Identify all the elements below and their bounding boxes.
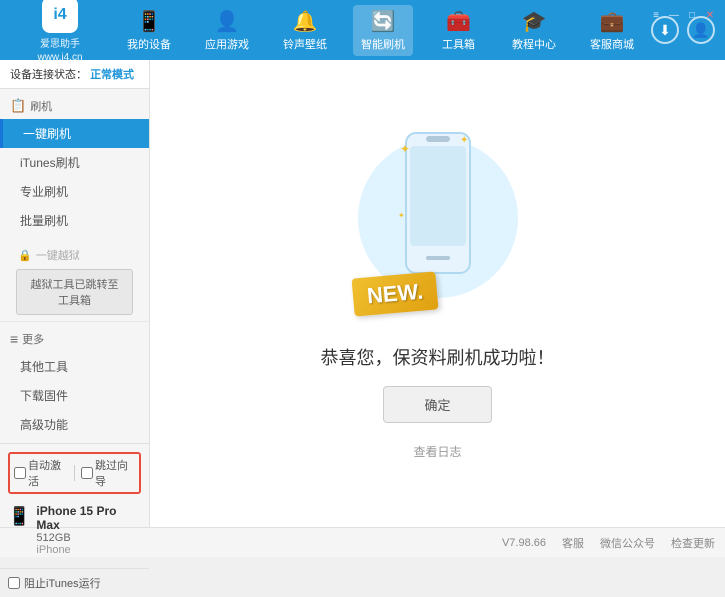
minimize-button[interactable]: — [667,8,681,22]
flash-section-header: 📋 刷机 [0,93,149,119]
new-ribbon: NEW. [351,271,438,316]
smart-flash-icon: 🔄 [371,9,396,34]
service-icon: 💼 [600,9,625,34]
nav-toolbox[interactable]: 🧰 工具箱 [431,5,486,56]
sidebar-item-pro-flash[interactable]: 专业刷机 [0,177,149,206]
apps-icon: 👤 [215,9,240,34]
itunes-bar: 阻止iTunes运行 [8,575,141,591]
device-storage: 512GB [36,532,141,544]
maximize-button[interactable]: □ [685,8,699,22]
auto-options: 自动激活 跳过向导 [8,452,141,494]
nav-apps-games[interactable]: 👤 应用游戏 [197,5,257,56]
more-header: ≡ 更多 [0,326,149,352]
device-name: iPhone 15 Pro Max [36,504,141,532]
nav-smart-flash-label: 智能刷机 [361,36,405,52]
sidebar-item-other-tools[interactable]: 其他工具 [0,352,149,381]
nav-service-label: 客服商城 [590,36,634,52]
nav-toolbox-label: 工具箱 [442,36,475,52]
version-label: V7.98.66 [502,537,546,549]
status-bar: 设备连接状态： 正常模式 [0,60,149,89]
auto-activate-option[interactable]: 自动激活 [14,457,68,489]
guide-activate-checkbox[interactable] [81,467,93,479]
device-info: iPhone 15 Pro Max 512GB iPhone [36,504,141,556]
nav-tutorial[interactable]: 🎓 教程中心 [504,5,564,56]
tutorial-icon: 🎓 [522,9,547,34]
footer-wechat[interactable]: 微信公众号 [600,535,655,551]
sidebar: 设备连接状态： 正常模式 📋 刷机 一键刷机 iTunes刷机 专业刷机 批量刷… [0,60,150,527]
sidebar-item-one-click-flash[interactable]: 一键刷机 [0,119,149,148]
itunes-checkbox[interactable] [8,577,20,589]
auto-activate-checkbox[interactable] [14,467,26,479]
phone-svg: ✦ ✦ ✦ [398,128,478,278]
logo: i4 爱思助手 www.i4.cn [10,0,110,63]
logo-text: i4 [53,6,66,24]
jailbreak-header: 🔒 一键越狱 [8,243,141,267]
nav-ringtone-label: 铃声壁纸 [283,36,327,52]
sidebar-item-batch-flash[interactable]: 批量刷机 [0,206,149,235]
nav-service[interactable]: 💼 客服商城 [582,5,642,56]
nav-apps-label: 应用游戏 [205,36,249,52]
flash-section-label: 刷机 [30,98,52,114]
nav-bar: 📱 我的设备 👤 应用游戏 🔔 铃声壁纸 🔄 智能刷机 🧰 工具箱 🎓 教程中心… [110,5,651,56]
device-phone-icon: 📱 [8,506,30,527]
logo-brand: 爱思助手 [40,35,80,50]
sidebar-item-download-firmware[interactable]: 下载固件 [0,381,149,410]
auto-activate-label: 自动激活 [28,457,68,489]
lock-icon: 🔒 [18,249,32,262]
status-value: 正常模式 [90,69,134,81]
nav-my-device-label: 我的设备 [127,36,171,52]
ringtone-icon: 🔔 [293,9,318,34]
device-type: iPhone [36,544,141,556]
jailbreak-message: 越狱工具已跳转至 工具箱 [16,269,133,315]
jailbreak-section: 🔒 一键越狱 越狱工具已跳转至 工具箱 [0,239,149,321]
jailbreak-message-text: 越狱工具已跳转至 工具箱 [31,279,119,307]
more-label: 更多 [22,331,44,347]
log-link[interactable]: 查看日志 [413,443,461,460]
sidebar-item-itunes-flash[interactable]: iTunes刷机 [0,148,149,177]
svg-text:✦: ✦ [400,142,410,156]
nav-smart-flash[interactable]: 🔄 智能刷机 [353,5,413,56]
phone-illustration: ✦ ✦ ✦ NEW. [358,128,518,328]
sidebar-footer: 阻止iTunes运行 [0,568,149,597]
options-divider [74,465,75,481]
status-label: 设备连接状态： [10,69,87,81]
more-section: ≡ 更多 其他工具 下载固件 高级功能 [0,321,149,443]
logo-icon: i4 [42,0,78,33]
new-text: NEW. [365,278,423,308]
nav-tutorial-label: 教程中心 [512,36,556,52]
flash-section-icon: 📋 [10,98,26,114]
guide-activate-option[interactable]: 跳过向导 [81,457,135,489]
main-layout: 设备连接状态： 正常模式 📋 刷机 一键刷机 iTunes刷机 专业刷机 批量刷… [0,60,725,527]
header: i4 爱思助手 www.i4.cn 📱 我的设备 👤 应用游戏 🔔 铃声壁纸 🔄… [0,0,725,60]
wifi-icon: ≡ [649,8,663,22]
flash-section: 📋 刷机 一键刷机 iTunes刷机 专业刷机 批量刷机 [0,89,149,239]
guide-activate-label: 跳过向导 [95,457,135,489]
confirm-button[interactable]: 确定 [383,386,491,423]
success-title: 恭喜您，保资料刷机成功啦！ [321,344,555,370]
success-illustration: ✦ ✦ ✦ NEW. 恭喜您，保资料刷机成功啦！ 确定 查看日志 [321,128,555,460]
sidebar-bottom: 自动激活 跳过向导 📱 iPhone 15 Pro Max 512GB iPho… [0,443,149,568]
nav-ringtone[interactable]: 🔔 铃声壁纸 [275,5,335,56]
device-icon: 📱 [137,9,162,34]
more-icon: ≡ [10,331,18,347]
device-item: 📱 iPhone 15 Pro Max 512GB iPhone [8,500,141,560]
jailbreak-label: 一键越狱 [36,247,80,263]
svg-text:✦: ✦ [398,211,405,220]
nav-my-device[interactable]: 📱 我的设备 [119,5,179,56]
content-area: ✦ ✦ ✦ NEW. 恭喜您，保资料刷机成功啦！ 确定 查看日志 [150,60,725,527]
toolbox-icon: 🧰 [446,9,471,34]
svg-text:✦: ✦ [460,135,468,146]
footer-customer-service[interactable]: 客服 [562,535,584,551]
itunes-label: 阻止iTunes运行 [24,575,101,591]
footer-check-update[interactable]: 检查更新 [671,535,715,551]
sidebar-item-advanced[interactable]: 高级功能 [0,410,149,439]
close-button[interactable]: ✕ [703,8,717,22]
